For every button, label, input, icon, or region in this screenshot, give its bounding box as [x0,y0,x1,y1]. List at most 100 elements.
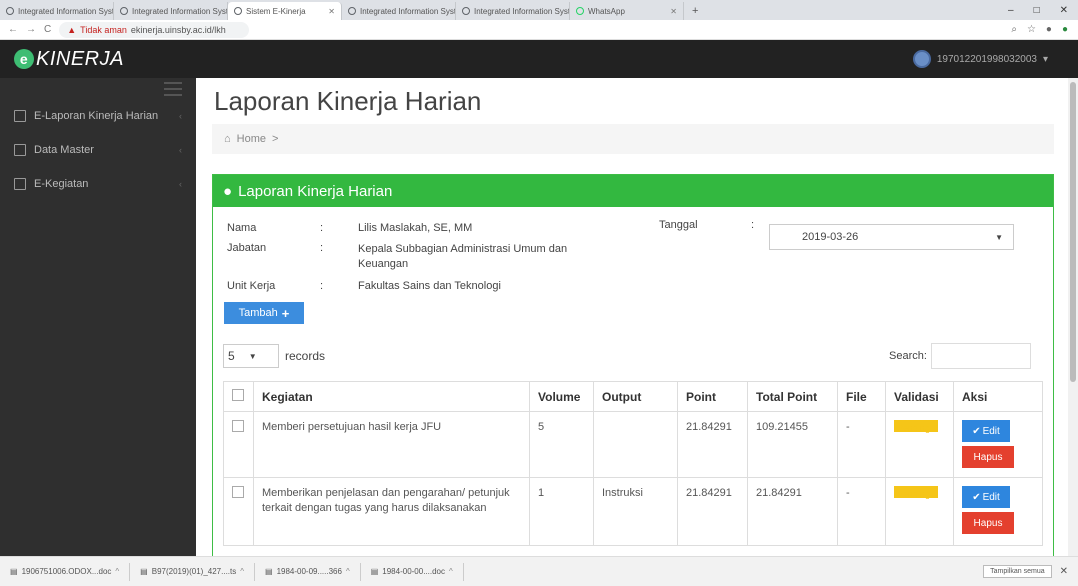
plus-icon: + [281,305,290,321]
checkbox[interactable] [232,389,244,401]
date-select[interactable]: 2019-03-26 ▼ [769,224,1014,250]
search-icon[interactable]: ⌕ [1011,24,1017,35]
close-window-button[interactable]: ✕ [1060,5,1068,16]
browser-tab[interactable]: Integrated Information System✕ [0,2,114,20]
breadcrumb-home[interactable]: Home [237,133,266,145]
download-item[interactable]: ▤ 1984-00-00....doc ^ [361,562,464,581]
cell-kegiatan: Memberi persetujuan hasil kerja JFU [253,411,530,478]
forward-button[interactable]: → [26,24,36,35]
browser-tab-active[interactable]: Sistem E-Kinerja ✕ [228,2,342,20]
row-checkbox[interactable] [223,411,254,478]
col-total-point[interactable]: Total Point [747,381,838,412]
download-label: 1906751006.ODOX...doc [21,567,112,576]
chevron-up-icon[interactable]: ^ [240,567,244,576]
col-validasi[interactable]: Validasi [885,381,954,412]
file-icon [14,110,26,122]
nama-label: Nama [227,222,257,234]
browser-tab[interactable]: Integrated Information System✕ [114,2,228,20]
close-icon[interactable]: ✕ [666,7,677,16]
browser-tab[interactable]: Integrated Information System✕ [456,2,570,20]
cell-volume: 5 [529,411,594,478]
separator: : [320,280,324,292]
close-icon[interactable]: ✕ [324,7,335,16]
download-label: 1984-00-09.....366 [276,567,342,576]
cell-aksi: ✔ Edit Hapus [953,411,1043,478]
download-item[interactable]: ▤ B97(2019)(01)_427....ts ^ [130,562,255,581]
chevron-up-icon[interactable]: ^ [449,567,453,576]
map-marker-icon: ● [223,182,233,200]
edit-button[interactable]: ✔ Edit [962,420,1010,442]
minimize-button[interactable]: – [1008,5,1014,16]
col-volume[interactable]: Volume [529,381,594,412]
show-all-button[interactable]: Tampilkan semua [983,565,1052,578]
chevron-up-icon[interactable]: ^ [346,567,350,576]
col-file[interactable]: File [837,381,886,412]
unit-label: Unit Kerja [227,280,276,292]
checkbox[interactable] [232,486,244,498]
cell-volume: 1 [529,477,594,546]
sidebar-item-laporan[interactable]: E-Laporan Kinerja Harian ‹ [0,100,196,132]
cell-output [593,411,678,478]
favicon-icon [462,7,470,15]
cell-point: 21.84291 [677,477,748,546]
cell-total-point: 109.21455 [747,411,838,478]
file-icon [14,178,26,190]
search-box: Search: [889,343,1031,369]
close-icon[interactable]: ✕ [1060,566,1068,577]
records-label: records [285,349,326,363]
breadcrumb-separator: > [272,133,279,145]
tab-label: Integrated Information System [474,6,570,16]
delete-label: Hapus [973,517,1003,529]
scrollbar-thumb[interactable] [1070,82,1076,382]
browser-tab[interactable]: WhatsApp ✕ [570,2,684,20]
menu-toggle-icon[interactable] [164,82,182,96]
page-scrollbar[interactable] [1068,78,1078,556]
col-point[interactable]: Point [677,381,748,412]
panel-title: Laporan Kinerja Harian [238,182,393,200]
col-kegiatan[interactable]: Kegiatan [253,381,530,412]
cell-validasi: Pending [885,477,954,546]
records-select[interactable]: 5 ▼ [223,344,279,368]
sidebar-item-kegiatan[interactable]: E-Kegiatan ‹ [0,168,196,200]
back-button[interactable]: ← [8,24,18,35]
url-field[interactable]: ▲ Tidak aman ekinerja.uinsby.ac.id/lkh [59,21,250,38]
profile-icon[interactable]: ● [1062,24,1068,35]
cell-file: - [837,477,886,546]
window-controls: – □ ✕ [1008,0,1078,20]
chevron-down-icon: ▼ [248,351,257,361]
add-button[interactable]: Tambah + [224,302,304,324]
download-label: B97(2019)(01)_427....ts [151,567,237,576]
jabatan-value: Kepala Subbagian Administrasi Umum dan K… [358,243,568,270]
search-input[interactable] [930,343,1031,369]
delete-button[interactable]: Hapus [962,512,1014,534]
search-label: Search: [889,350,927,362]
avatar [912,50,931,68]
breadcrumb: ⌂ Home > [212,124,1054,154]
brand-logo[interactable]: e KINERJA [0,48,124,71]
table-icon [14,144,26,156]
maximize-button[interactable]: □ [1034,5,1040,16]
browser-tab[interactable]: Integrated Information System✕ [342,2,456,20]
row-checkbox[interactable] [223,477,254,546]
check-icon: ✔ [972,491,981,503]
extension-icon[interactable]: ● [1046,24,1052,35]
reload-button[interactable]: C [44,24,51,35]
download-item[interactable]: ▤ 1906751006.ODOX...doc ^ [0,562,131,581]
new-tab-button[interactable]: + [684,2,706,20]
delete-button[interactable]: Hapus [962,446,1014,468]
star-icon[interactable]: ☆ [1027,24,1036,35]
checkbox[interactable] [232,420,244,432]
edit-button[interactable]: ✔ Edit [962,486,1010,508]
nama-value: Lilis Maslakah, SE, MM [358,222,473,234]
home-icon: ⌂ [224,133,231,145]
chevron-up-icon[interactable]: ^ [115,567,119,576]
chevron-left-icon: ‹ [179,145,182,155]
url-text: ekinerja.uinsby.ac.id/lkh [130,24,226,35]
select-all-checkbox[interactable] [223,381,254,412]
download-item[interactable]: ▤ 1984-00-09.....366 ^ [255,562,361,581]
col-output[interactable]: Output [593,381,678,412]
tab-label: Integrated Information System [132,6,228,16]
user-menu[interactable]: 197012201998032003 ▾ [912,50,1078,68]
tanggal-label: Tanggal [659,219,698,231]
sidebar-item-data-master[interactable]: Data Master ‹ [0,134,196,166]
